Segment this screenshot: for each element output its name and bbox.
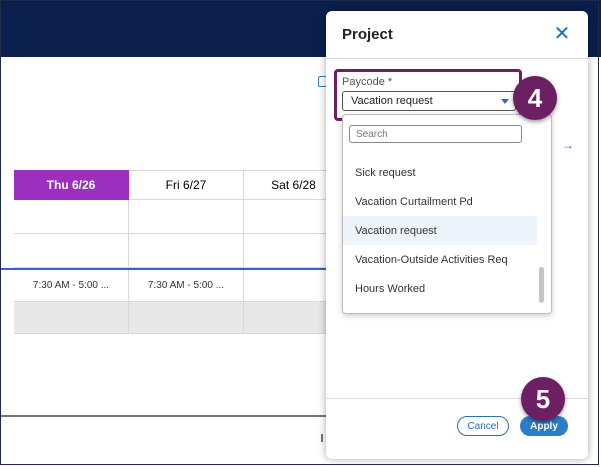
screenshot-frame	[0, 0, 599, 465]
